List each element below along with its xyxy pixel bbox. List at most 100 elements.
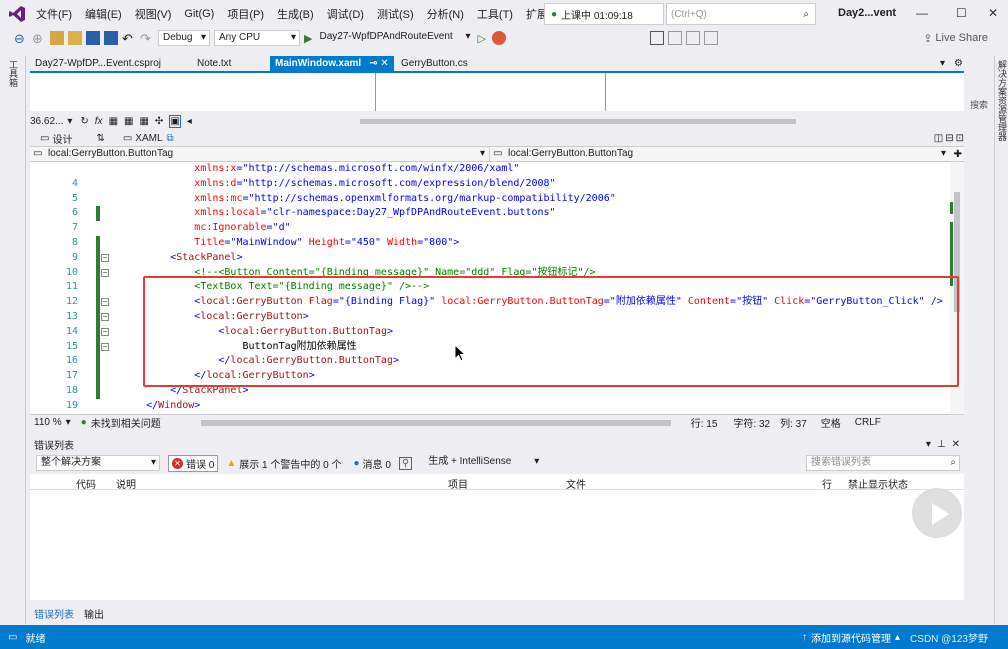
menu-item[interactable]: 调试(D) xyxy=(327,6,364,22)
tab-output[interactable]: 输出 xyxy=(84,606,104,621)
design-surface[interactable] xyxy=(30,73,964,111)
menu-item[interactable]: 编辑(E) xyxy=(85,6,122,22)
menu-item[interactable]: 工具(T) xyxy=(477,6,513,22)
nav-left-dropdown[interactable]: ▭ local:GerryButton.ButtonTag ▾ xyxy=(30,147,490,161)
menu-item[interactable]: 文件(F) xyxy=(36,6,72,22)
menu-item[interactable]: 项目(P) xyxy=(227,6,264,22)
code-line[interactable]: 19 </Window> xyxy=(30,399,950,414)
code-line[interactable]: 8 Title="MainWindow" Height="450" Width=… xyxy=(30,236,950,251)
menu-item[interactable]: 生成(B) xyxy=(277,6,314,22)
run-target-button[interactable]: Day27-WpfDPAndRouteEvent ▾ xyxy=(315,30,473,46)
next-bookmark-icon[interactable] xyxy=(685,31,700,45)
add-to-source-control[interactable]: 添加到源代码管理 xyxy=(811,630,891,645)
scroll-left-icon[interactable]: ◂ xyxy=(187,116,192,127)
collapse-pane-icon[interactable]: ⊡ xyxy=(956,133,964,144)
editor-horizontal-scrollbar[interactable] xyxy=(200,419,671,426)
save-all-icon[interactable] xyxy=(104,31,118,45)
fold-toggle-icon[interactable]: − xyxy=(101,253,109,262)
settings-icon[interactable]: ⚙ xyxy=(954,58,963,69)
notification-icon[interactable]: ▭ xyxy=(8,632,17,643)
snap-grid-icon[interactable]: ▦ xyxy=(124,116,133,127)
save-icon[interactable] xyxy=(86,31,100,45)
snap-lines-icon[interactable]: ▦ xyxy=(139,116,148,127)
close-icon[interactable]: ✕ xyxy=(952,439,960,450)
nav-right-dropdown[interactable]: ▭ local:GerryButton.ButtonTag ▾ xyxy=(490,147,950,161)
search-input[interactable]: (Ctrl+Q) ⌕ xyxy=(666,3,816,25)
error-search-input[interactable]: 搜索错误列表 ⌕ xyxy=(806,455,960,471)
code-line[interactable]: 5 xmlns:mc="http://schemas.openxmlformat… xyxy=(30,192,950,207)
fold-toggle-icon[interactable]: − xyxy=(101,342,109,351)
grid-icon[interactable]: ▦ xyxy=(109,116,118,127)
split-editor-icon[interactable]: ✚ xyxy=(954,149,962,160)
menu-item[interactable]: Git(G) xyxy=(184,8,214,20)
code-line[interactable]: 9 <StackPanel> xyxy=(30,251,950,266)
pan-icon[interactable]: ✣ xyxy=(155,116,163,127)
column-project[interactable]: 项目 xyxy=(448,476,468,491)
open-folder-icon[interactable] xyxy=(68,31,82,45)
fold-toggle-icon[interactable]: − xyxy=(101,298,109,307)
configuration-dropdown[interactable]: Debug ▾ xyxy=(158,30,210,46)
column-suppression[interactable]: 禁止显示状态 xyxy=(848,476,908,491)
close-icon[interactable]: ✕ xyxy=(988,6,998,20)
design-view-tab[interactable]: ▭ 设计 xyxy=(40,131,72,146)
menu-item[interactable]: 视图(V) xyxy=(135,6,172,22)
toolbox-strip[interactable]: 工具箱 xyxy=(0,56,26,624)
whitespace-indicator[interactable]: 空格 xyxy=(821,415,841,430)
chevron-down-icon[interactable]: ▾ xyxy=(66,417,71,428)
filter-icon[interactable]: ⚲ xyxy=(398,456,413,470)
column-line[interactable]: 行 xyxy=(822,476,832,491)
play-overlay-button[interactable] xyxy=(912,488,962,538)
maximize-icon[interactable]: ☐ xyxy=(956,6,967,20)
split-vertical-icon[interactable]: ◫ xyxy=(934,133,943,144)
tab-list-dropdown-icon[interactable]: ▾ xyxy=(940,58,945,69)
start-icon[interactable]: ▶ xyxy=(304,32,312,45)
back-icon[interactable]: ⊖ xyxy=(14,31,28,46)
zoom-dropdown[interactable]: 36.62... xyxy=(30,116,63,127)
search-icon[interactable]: ⌕ xyxy=(803,9,809,20)
forward-icon[interactable]: ⊕ xyxy=(32,31,46,46)
warnings-filter-button[interactable]: ▲ 展示 1 个警告中的 0 个 xyxy=(226,456,341,471)
chevron-down-icon[interactable]: ▾ xyxy=(926,439,931,450)
bookmark-icon[interactable] xyxy=(649,31,664,45)
pin-close-icon[interactable]: ⊸ ✕ xyxy=(369,56,389,71)
fold-toggle-icon[interactable]: − xyxy=(101,268,109,277)
clear-bookmark-icon[interactable] xyxy=(703,31,718,45)
code-line[interactable]: 6 xmlns:local="clr-namespace:Day27_WpfDP… xyxy=(30,206,950,221)
menu-item[interactable]: 分析(N) xyxy=(427,6,464,22)
column-code[interactable]: 代码 xyxy=(76,476,96,491)
redo-icon[interactable]: ↷ xyxy=(140,31,154,46)
scope-dropdown[interactable]: 整个解决方案 ▾ xyxy=(36,455,160,471)
editor-zoom[interactable]: 110 % xyxy=(34,417,62,428)
issues-status[interactable]: 未找到相关问题 xyxy=(91,415,161,430)
platform-dropdown[interactable]: Any CPU ▾ xyxy=(214,30,300,46)
pin-icon[interactable]: ⊥ xyxy=(937,439,946,450)
fold-toggle-icon[interactable]: − xyxy=(101,327,109,336)
split-horizontal-icon[interactable]: ⊟ xyxy=(945,133,953,144)
eol-indicator[interactable]: CRLF xyxy=(855,417,881,428)
document-tab[interactable]: GerryButton.cs xyxy=(396,56,506,71)
minimize-icon[interactable]: — xyxy=(916,6,928,20)
hot-reload-icon[interactable] xyxy=(491,31,506,45)
prev-bookmark-icon[interactable] xyxy=(667,31,682,45)
build-filter-dropdown[interactable]: 生成 + IntelliSense ▾ xyxy=(424,455,542,471)
column-file[interactable]: 文件 xyxy=(566,476,586,491)
device-icon[interactable]: ▣ xyxy=(169,114,181,128)
start-without-debugging-icon[interactable]: ▷ xyxy=(477,32,485,45)
tab-error-list[interactable]: 错误列表 xyxy=(34,606,74,621)
code-line[interactable]: 7 mc:Ignorable="d" xyxy=(30,221,950,236)
swap-panes-icon[interactable]: ⇅ xyxy=(96,133,104,144)
fold-toggle-icon[interactable]: − xyxy=(101,313,109,321)
document-tab[interactable]: Note.txt xyxy=(192,56,268,71)
errors-filter-button[interactable]: ✕ 错误 0 xyxy=(168,454,219,472)
chevron-up-icon[interactable]: ▴ xyxy=(895,632,900,643)
popout-icon[interactable]: ⧉ xyxy=(167,133,174,144)
refresh-icon[interactable]: ↻ xyxy=(80,116,88,127)
live-share-button[interactable]: ⇪ Live Share xyxy=(923,32,988,45)
xaml-view-tab[interactable]: ▭ XAML xyxy=(123,133,163,144)
document-tab[interactable]: Day27-WpfDP...Event.csproj xyxy=(30,56,190,71)
undo-icon[interactable]: ↶ xyxy=(122,31,136,46)
effects-icon[interactable]: fx xyxy=(95,116,103,127)
chevron-down-icon[interactable]: ▾ xyxy=(67,116,72,127)
code-line[interactable]: xmlns:x="http://schemas.microsoft.com/wi… xyxy=(30,162,950,177)
document-tab[interactable]: MainWindow.xaml ⊸ ✕ xyxy=(270,56,394,71)
